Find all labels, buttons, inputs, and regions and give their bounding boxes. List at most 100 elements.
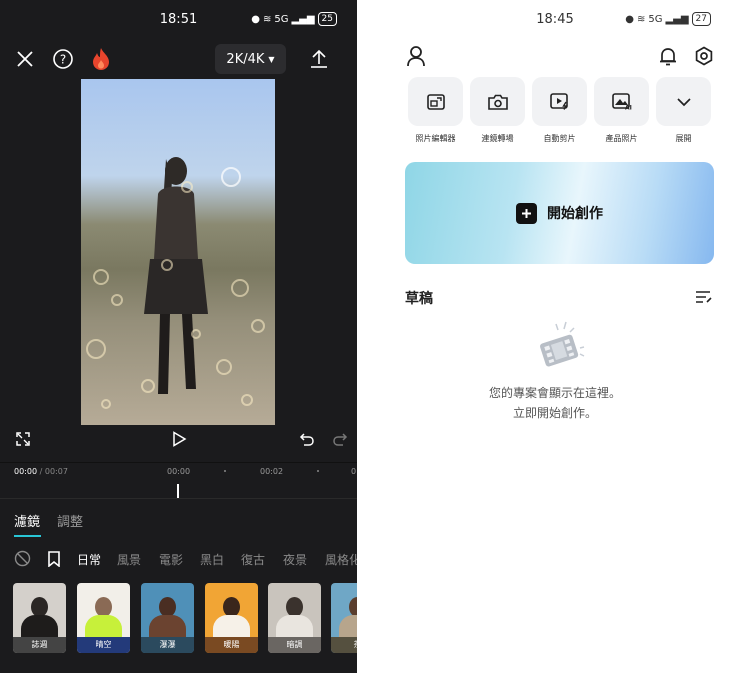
camera-transition-icon <box>487 94 508 110</box>
thumb-person-head <box>159 597 176 617</box>
editor-tabs: 濾鏡 調整 <box>0 498 357 538</box>
undo-button[interactable] <box>297 429 317 449</box>
favorites-button[interactable] <box>46 550 62 567</box>
settings-button[interactable] <box>693 44 715 68</box>
timeline-dot <box>224 470 226 472</box>
category-stylized[interactable]: 風格化 <box>325 551 357 568</box>
filter-label: 誌週 <box>13 637 66 653</box>
upload-icon <box>311 49 327 68</box>
tool-product-photo[interactable]: AI 產品照片 <box>594 77 649 144</box>
category-bw[interactable]: 黑白 <box>200 551 224 568</box>
bell-icon <box>660 48 676 66</box>
tool-photo-editor[interactable]: 照片編輯器 <box>408 77 463 144</box>
fire-icon <box>93 48 109 70</box>
start-creating-button[interactable]: 開始創作 <box>405 162 714 264</box>
network-label: 5G <box>274 13 289 25</box>
tab-adjust[interactable]: 調整 <box>57 511 83 530</box>
tool-box <box>532 77 587 126</box>
video-preview[interactable] <box>81 79 275 425</box>
category-retro[interactable]: 復古 <box>241 551 265 568</box>
plus-icon <box>516 202 537 224</box>
tool-auto-cut[interactable]: 自動剪片 <box>532 77 587 144</box>
playhead[interactable] <box>177 484 179 498</box>
current-time: 00:00 <box>14 467 38 476</box>
home-header <box>357 44 753 70</box>
location-icon: ● <box>625 13 634 25</box>
tool-transition[interactable]: 連鏡轉場 <box>470 77 525 144</box>
timecode: 00:00 / 00:07 <box>14 467 68 476</box>
play-button[interactable] <box>168 428 190 450</box>
thumb-person-head <box>286 597 303 617</box>
redo-button[interactable] <box>330 429 350 449</box>
filter-categories: 日常 風景 電影 黑白 復古 夜景 風格化 <box>0 548 357 570</box>
close-button[interactable] <box>12 46 38 72</box>
empty-state-hint: 立即開始創作。 <box>512 406 597 420</box>
help-icon: ? <box>53 49 73 69</box>
filter-thumb[interactable]: 瀑瀑 <box>141 583 194 653</box>
filter-thumb[interactable]: 誌週 <box>13 583 66 653</box>
wifi-icon: ≋ <box>262 13 272 25</box>
profile-button[interactable] <box>405 44 427 68</box>
category-night[interactable]: 夜景 <box>283 551 307 568</box>
filter-label: 茶 <box>331 637 357 653</box>
sort-list-icon <box>696 291 712 303</box>
tab-filter[interactable]: 濾鏡 <box>14 511 40 530</box>
home-panel: 18:45 ● ≋ 5G ▂▄▆ 27 照片編輯器 連鏡轉場 自動剪片 AI 產… <box>357 0 753 673</box>
user-icon <box>407 46 425 67</box>
battery-level: 25 <box>317 12 337 26</box>
bookmark-icon <box>48 550 60 567</box>
drafts-heading: 草稿 <box>405 291 433 307</box>
tool-label: 展開 <box>675 134 692 143</box>
filter-thumb[interactable]: 晴空 <box>77 583 130 653</box>
undo-icon <box>299 433 314 446</box>
filter-thumb[interactable]: 茶 <box>331 583 357 653</box>
location-icon: ● <box>251 13 260 25</box>
status-icons: ● ≋ 5G ▂▄▆ 27 <box>625 12 711 26</box>
thumb-person-head <box>349 597 357 617</box>
status-bar: 18:51 ● ≋ 5G ▂▄▆ 25 <box>0 0 357 38</box>
resolution-selector[interactable]: 2K/4K ▼ <box>215 44 286 74</box>
filter-label: 晴空 <box>77 637 130 653</box>
timeline-tick: 0 <box>351 467 357 476</box>
wifi-icon: ≋ <box>636 13 646 25</box>
tool-expand[interactable]: 展開 <box>656 77 711 144</box>
category-daily[interactable]: 日常 <box>77 551 101 568</box>
export-button[interactable] <box>306 46 332 72</box>
help-button[interactable]: ? <box>50 46 76 72</box>
notifications-button[interactable] <box>657 44 679 68</box>
tool-label: 產品照片 <box>605 134 638 143</box>
playback-controls <box>0 428 357 450</box>
fullscreen-button[interactable] <box>14 430 32 448</box>
tool-label: 照片編輯器 <box>415 134 456 143</box>
battery-level: 27 <box>691 12 711 26</box>
filter-label: 瀑瀑 <box>141 637 194 653</box>
chevron-down-icon <box>676 97 691 106</box>
category-scenery[interactable]: 風景 <box>117 551 141 568</box>
gear-icon <box>695 46 713 66</box>
sort-button[interactable] <box>694 288 714 306</box>
trending-button[interactable] <box>88 45 114 73</box>
tool-box <box>656 77 711 126</box>
signal-icon: ▂▄▆ <box>665 13 689 25</box>
tool-box: AI <box>594 77 649 126</box>
film-reel-icon <box>540 321 585 367</box>
resolution-label: 2K/4K <box>226 51 265 67</box>
network-label: 5G <box>648 13 663 25</box>
timeline-tick: 00:02 <box>260 467 284 476</box>
close-icon <box>17 51 33 67</box>
category-movie[interactable]: 電影 <box>159 551 183 568</box>
status-icons: ● ≋ 5G ▂▄▆ 25 <box>251 12 337 26</box>
filter-thumb[interactable]: 暗調 <box>268 583 321 653</box>
tool-box <box>470 77 525 126</box>
thumb-person-head <box>31 597 48 617</box>
caret-down-icon: ▼ <box>268 54 275 64</box>
signal-icon: ▂▄▆ <box>291 13 315 25</box>
no-filter-button[interactable] <box>14 550 31 567</box>
tool-box <box>408 77 463 126</box>
total-time: / 00:07 <box>39 467 68 476</box>
timeline[interactable]: 00:00 / 00:07 00:00 00:02 0 <box>0 462 357 498</box>
filter-thumb[interactable]: 暖陽 <box>205 583 258 653</box>
editor-panel: 18:51 ● ≋ 5G ▂▄▆ 25 ? 2K/4K ▼ 00:00 / 00… <box>0 0 357 673</box>
svg-text:?: ? <box>60 53 66 67</box>
filter-label: 暗調 <box>268 637 321 653</box>
